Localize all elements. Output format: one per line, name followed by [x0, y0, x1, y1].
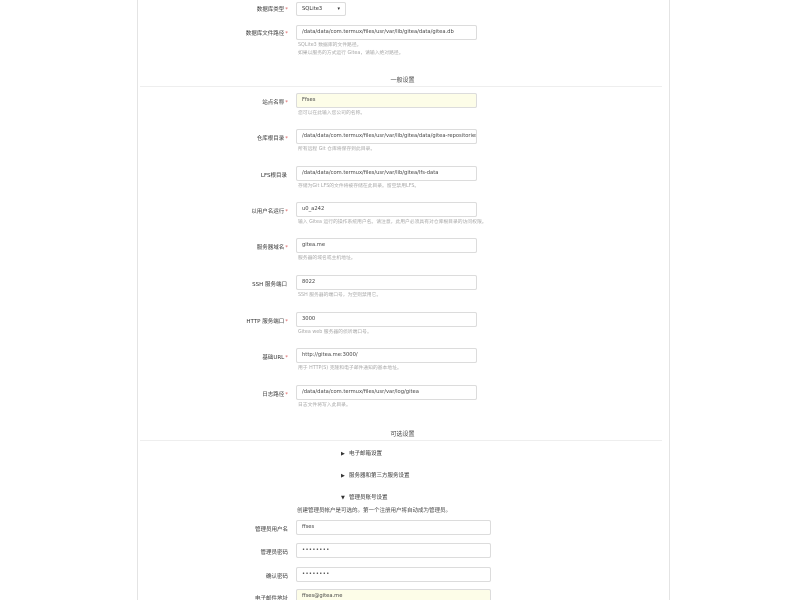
general-field-help: 用于 HTTP(S) 克隆和电子邮件通知的基本地址。 [298, 366, 402, 371]
triangle-down-icon: ▼ [341, 495, 345, 501]
general-field-label: 站点名称* [262, 100, 288, 106]
admin-field-label: 电子邮件地址 [254, 596, 288, 600]
general-field-help: 服务器的域名或主机地址。 [298, 256, 356, 261]
general-field-help: 所有远程 Git 仓库将保存到此目录。 [298, 147, 376, 152]
db-path-help-2: 如果以服务的方式运行 Gitea，请输入绝对路径。 [298, 51, 404, 56]
db-path-help-1: SQLite3 数据库的文件路径。 [298, 43, 362, 48]
section-optional-title: 可选设置 [390, 431, 415, 438]
general-field-help: 存储为Git LFS的文件将被存储在此目录。留空禁用LFS。 [298, 184, 420, 189]
admin-password-input[interactable]: •••••••• [296, 543, 491, 558]
admin-field-label: 确认密码 [265, 574, 288, 580]
general-field-label: 日志路径* [262, 392, 288, 398]
general-field-input[interactable]: /data/data/com.termux/files/usr/var/lib/… [296, 129, 477, 144]
general-field-input[interactable]: gitea.me [296, 238, 477, 253]
admin-field-input[interactable]: ffses@gitea.me [296, 589, 491, 600]
general-field-help: 输入 Gitea 运行的操作系统用户名。请注意，此用户必须具有对仓库根目录的访问… [298, 220, 487, 225]
general-field-input[interactable]: 3000 [296, 312, 477, 327]
section-divider [140, 440, 662, 441]
general-field-label: LFS根目录 [260, 173, 287, 179]
install-page: 数据库类型* SQLite3 ▾ 数据库文件路径* /data/data/com.… [0, 0, 800, 600]
admin-note: 创建管理员帐户是可选的。第一个注册用户将自动成为管理员。 [297, 508, 452, 514]
general-field-label: 以用户名运行* [251, 209, 288, 215]
triangle-right-icon: ▶ [341, 451, 345, 457]
general-field-label: SSH 服务端口 [252, 282, 287, 288]
general-field-help: Gitea web 服务器的侦听端口号。 [298, 330, 372, 335]
general-field-help: 日志文件将写入此目录。 [298, 403, 351, 408]
toggle-email-settings[interactable]: ▶ 电子邮箱设置 [341, 449, 382, 457]
general-field-label: 仓库根目录* [256, 136, 288, 142]
general-field-help: 您可以在此输入您公司的名称。 [298, 111, 366, 116]
general-field-input[interactable]: /data/data/com.termux/files/usr/var/lib/… [296, 166, 477, 181]
general-field-input[interactable]: /data/data/com.termux/files/usr/var/log/… [296, 385, 477, 400]
db-type-label: 数据库类型* [256, 7, 288, 13]
section-divider [140, 86, 662, 87]
general-field-input[interactable]: http://gitea.me:3000/ [296, 348, 477, 363]
triangle-right-icon: ▶ [341, 473, 345, 479]
general-field-help: SSH 服务器的端口号，为空则禁用它。 [298, 293, 382, 298]
general-field-input[interactable]: u0_a242 [296, 202, 477, 217]
general-field-label: 服务器域名* [256, 245, 288, 251]
section-general-title: 一般设置 [390, 77, 415, 84]
general-field-label: HTTP 服务端口* [246, 319, 288, 325]
general-field-label: 基础URL* [262, 355, 288, 361]
admin-field-label: 管理员用户名 [254, 527, 288, 533]
chevron-down-icon: ▾ [337, 6, 340, 12]
general-field-input[interactable]: 8022 [296, 275, 477, 290]
toggle-admin-settings[interactable]: ▼ 管理员账号设置 [341, 493, 388, 501]
db-type-select[interactable]: SQLite3 ▾ [296, 2, 346, 16]
admin-field-input[interactable]: ffses [296, 520, 491, 535]
toggle-server-settings[interactable]: ▶ 服务器和第三方服务设置 [341, 471, 410, 479]
admin-confirm-password-input[interactable]: •••••••• [296, 567, 491, 582]
db-path-label: 数据库文件路径* [245, 31, 288, 37]
admin-field-label: 管理员密码 [260, 550, 288, 556]
db-path-input[interactable]: /data/data/com.termux/files/usr/var/lib/… [296, 25, 477, 40]
general-field-input[interactable]: Ffses [296, 93, 477, 108]
